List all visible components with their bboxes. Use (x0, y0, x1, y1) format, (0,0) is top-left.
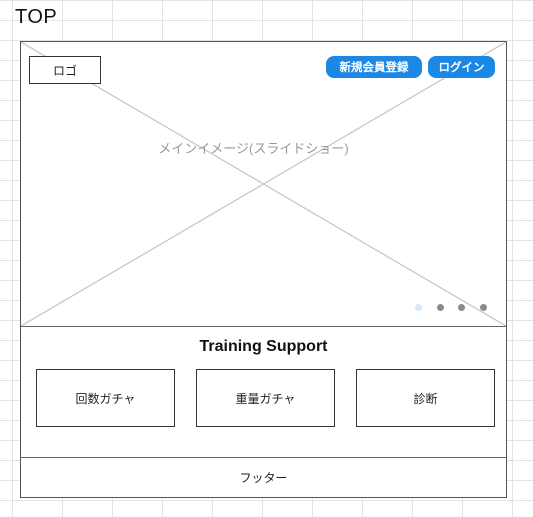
slide-indicator-dot[interactable] (437, 304, 444, 311)
slide-indicator-dot[interactable] (480, 304, 487, 311)
section-title: Training Support (199, 338, 328, 355)
login-button[interactable]: ログイン (428, 56, 495, 78)
footer: フッター (239, 470, 288, 485)
main-image-placeholder: ロゴ 新規会員登録 ログイン メインイメージ(スライドショー) (21, 42, 506, 327)
image-placeholder-cross (21, 42, 506, 326)
slide-indicator-dot[interactable] (415, 304, 422, 311)
training-support-section: Training Support 回数ガチャ 重量ガチャ 診断 (21, 326, 506, 458)
page-title: TOP (15, 6, 58, 28)
main-image-caption: メインイメージ(スライドショー) (158, 141, 349, 156)
count-gacha-card[interactable]: 回数ガチャ (36, 369, 175, 427)
register-button[interactable]: 新規会員登録 (326, 56, 422, 78)
wireframe-frame: ロゴ 新規会員登録 ログイン メインイメージ(スライドショー) Training… (20, 41, 507, 498)
logo-placeholder[interactable]: ロゴ (29, 56, 101, 84)
weight-gacha-card[interactable]: 重量ガチャ (196, 369, 335, 427)
slide-indicator-dot[interactable] (458, 304, 465, 311)
diagnosis-card[interactable]: 診断 (356, 369, 495, 427)
